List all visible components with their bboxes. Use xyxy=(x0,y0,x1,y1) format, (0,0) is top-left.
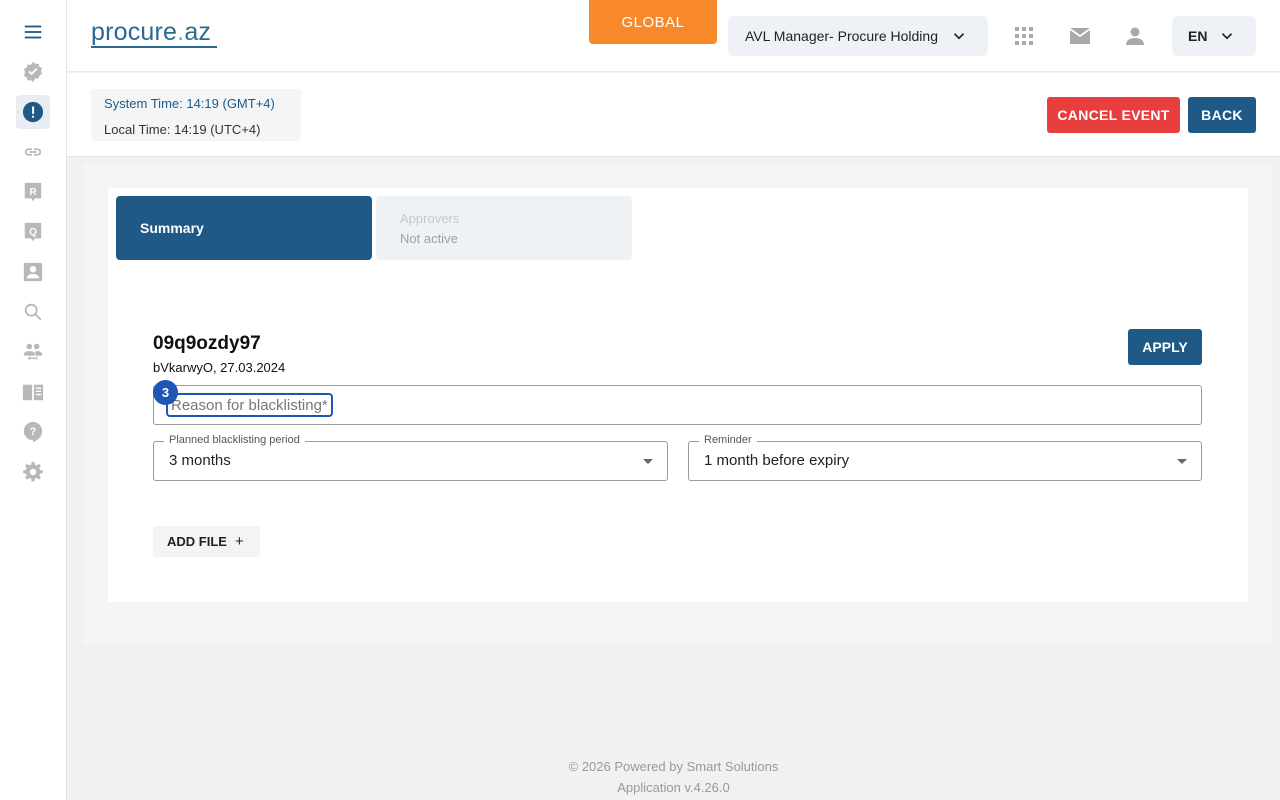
plus-icon: + xyxy=(234,533,244,550)
logo-underline xyxy=(91,46,217,48)
reminder-select[interactable]: Reminder 1 month before expiry xyxy=(688,434,1202,481)
tab-approvers-title: Approvers xyxy=(400,211,460,226)
logo[interactable]: procure.az xyxy=(91,18,211,47)
tab-summary[interactable]: Summary xyxy=(116,196,372,260)
alert-icon xyxy=(22,101,44,123)
link-icon xyxy=(24,148,42,156)
apply-button[interactable]: APPLY xyxy=(1128,329,1202,365)
profile-button[interactable] xyxy=(1123,24,1147,48)
time-box: System Time: 14:19 (GMT+4) Local Time: 1… xyxy=(91,89,301,141)
menu-button[interactable] xyxy=(16,15,50,49)
people-icon xyxy=(23,343,43,361)
reason-input[interactable]: Reason for blacklisting* xyxy=(153,385,1202,425)
system-time: System Time: 14:19 (GMT+4) xyxy=(104,96,275,111)
reason-placeholder: Reason for blacklisting* xyxy=(166,393,333,417)
menu-icon xyxy=(24,25,42,39)
apps-grid-icon xyxy=(1015,27,1033,45)
reminder-label: Reminder xyxy=(699,434,757,446)
dropdown-arrow-icon xyxy=(643,459,653,464)
sidebar-item-rfx[interactable]: R xyxy=(16,175,50,209)
organization-select-value: AVL Manager- Procure Holding xyxy=(745,28,938,44)
sub-header: System Time: 14:19 (GMT+4) Local Time: 1… xyxy=(67,73,1280,157)
sidebar-item-settings[interactable] xyxy=(16,455,50,489)
svg-text:R: R xyxy=(29,187,37,198)
local-time: Local Time: 14:19 (UTC+4) xyxy=(104,122,261,137)
tab-approvers[interactable]: Approvers Not active xyxy=(376,196,632,260)
sidebar-item-links[interactable] xyxy=(16,135,50,169)
svg-text:?: ? xyxy=(30,426,37,438)
step-badge: 3 xyxy=(153,380,178,405)
messages-button[interactable] xyxy=(1068,24,1092,48)
blacklisting-period-label: Planned blacklisting period xyxy=(164,434,305,446)
dropdown-arrow-icon xyxy=(1177,459,1187,464)
sidebar-item-suppliers[interactable] xyxy=(16,335,50,369)
global-button[interactable]: GLOBAL xyxy=(589,0,717,44)
user-icon xyxy=(1126,27,1144,45)
verified-icon xyxy=(23,61,43,83)
sidebar-item-help[interactable]: ? xyxy=(16,415,50,449)
sidebar-item-quotes[interactable]: Q xyxy=(16,215,50,249)
cancel-event-button[interactable]: CANCEL EVENT xyxy=(1047,97,1180,133)
reminder-value: 1 month before expiry xyxy=(704,452,850,469)
item-title: 09q9ozdy97 xyxy=(153,333,261,354)
blacklisting-period-value: 3 months xyxy=(169,452,231,469)
add-file-label: ADD FILE xyxy=(167,534,227,549)
apps-button[interactable] xyxy=(1012,24,1036,48)
sidebar-item-catalog[interactable] xyxy=(16,375,50,409)
sidebar-item-blacklist[interactable] xyxy=(16,95,50,129)
add-file-button[interactable]: ADD FILE + xyxy=(153,526,260,557)
language-select[interactable]: EN xyxy=(1172,16,1256,56)
chevron-down-icon xyxy=(1221,33,1233,40)
help-icon: ? xyxy=(23,421,43,443)
top-header: procure.az GLOBAL AVL Manager- Procure H… xyxy=(67,0,1280,72)
mail-icon xyxy=(1069,28,1091,44)
footer-copyright: © 2026 Powered by Smart Solutions xyxy=(568,759,779,774)
search-icon xyxy=(24,303,42,321)
language-value: EN xyxy=(1188,28,1208,44)
r-badge-icon: R xyxy=(24,182,42,202)
footer-version: Application v.4.26.0 xyxy=(617,780,730,795)
item-subtitle: bVkarwyO, 27.03.2024 xyxy=(153,360,286,375)
back-button[interactable]: BACK xyxy=(1188,97,1256,133)
sidebar-item-search[interactable] xyxy=(16,295,50,329)
book-icon xyxy=(22,384,44,401)
organization-select[interactable]: AVL Manager- Procure Holding xyxy=(728,16,988,56)
settings-icon xyxy=(23,461,43,482)
svg-text:Q: Q xyxy=(29,227,37,238)
q-badge-icon: Q xyxy=(24,222,42,242)
chevron-down-icon xyxy=(953,33,965,40)
sidebar: R Q ? xyxy=(0,0,67,800)
sidebar-item-approvals[interactable] xyxy=(16,55,50,89)
sidebar-item-contacts[interactable] xyxy=(16,255,50,289)
tab-approvers-status: Not active xyxy=(400,231,458,246)
contact-icon xyxy=(23,262,43,282)
blacklisting-period-select[interactable]: Planned blacklisting period 3 months xyxy=(153,434,668,481)
